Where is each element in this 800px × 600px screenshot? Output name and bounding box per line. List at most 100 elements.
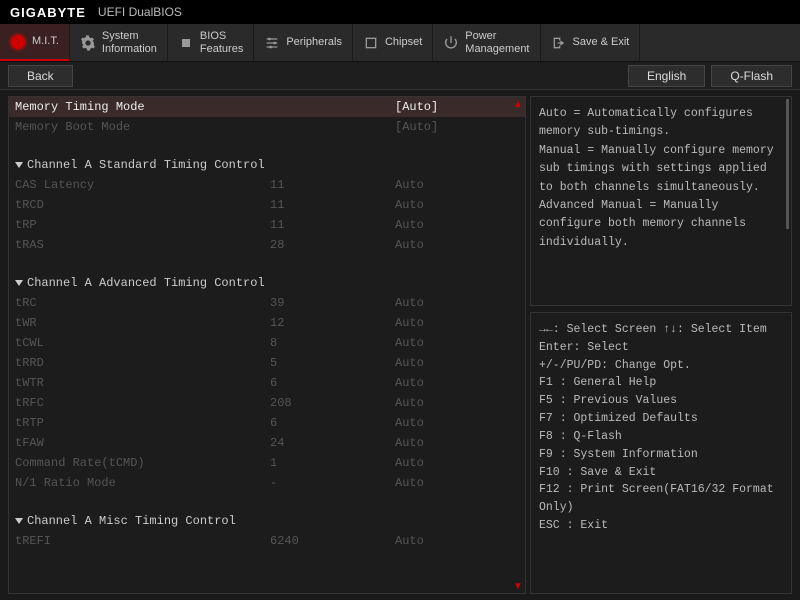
detected-value: 1 — [270, 456, 395, 470]
setting-row[interactable]: tRC39Auto — [9, 293, 525, 313]
setting-value: Auto — [395, 534, 519, 548]
main-tabs: M.I.T. System Information BIOS Features … — [0, 24, 800, 62]
sub-bar: Back English Q-Flash — [0, 62, 800, 90]
tab-power-management[interactable]: Power Management — [433, 24, 540, 61]
help-line: Enter: Select — [539, 339, 783, 357]
scroll-down-icon[interactable]: ▼ — [513, 581, 523, 591]
setting-label: tRFC — [15, 396, 270, 410]
detected-value: 208 — [270, 396, 395, 410]
settings-pane: ▲ Memory Timing Mode[Auto]Memory Boot Mo… — [8, 96, 526, 594]
detected-value: 5 — [270, 356, 395, 370]
tab-mit[interactable]: M.I.T. — [0, 24, 70, 61]
section-title: Channel A Standard Timing Control — [15, 158, 270, 172]
setting-label: tCWL — [15, 336, 270, 350]
setting-value: Auto — [395, 238, 519, 252]
setting-value: Auto — [395, 336, 519, 350]
section-header[interactable]: Channel A Misc Timing Control — [9, 511, 525, 531]
description-pane: Auto = Automatically configures memory s… — [530, 96, 792, 306]
setting-row[interactable]: tREFI6240Auto — [9, 531, 525, 551]
section-header[interactable]: Channel A Advanced Timing Control — [9, 273, 525, 293]
detected-value: 28 — [270, 238, 395, 252]
setting-row[interactable]: tCWL8Auto — [9, 333, 525, 353]
help-pane: →←: Select Screen ↑↓: Select ItemEnter: … — [530, 312, 792, 594]
setting-value: Auto — [395, 376, 519, 390]
description-text: Auto = Automatically configures memory s… — [539, 105, 783, 252]
setting-label: tWTR — [15, 376, 270, 390]
setting-label: Command Rate(tCMD) — [15, 456, 270, 470]
setting-row[interactable]: N/1 Ratio Mode-Auto — [9, 473, 525, 493]
setting-value: Auto — [395, 356, 519, 370]
setting-row[interactable]: CAS Latency11Auto — [9, 175, 525, 195]
detected-value: 8 — [270, 336, 395, 350]
tab-save-exit[interactable]: Save & Exit — [541, 24, 641, 61]
detected-value: 11 — [270, 218, 395, 232]
tab-label: BIOS Features — [200, 30, 243, 54]
setting-row[interactable]: tRP11Auto — [9, 215, 525, 235]
tab-label: Save & Exit — [573, 36, 630, 48]
setting-row[interactable]: tFAW24Auto — [9, 433, 525, 453]
brand-logo: GIGABYTE — [10, 5, 86, 20]
detected-value: 6240 — [270, 534, 395, 548]
gear-icon — [80, 35, 96, 51]
setting-label: tRAS — [15, 238, 270, 252]
setting-row[interactable]: Memory Boot Mode[Auto] — [9, 117, 525, 137]
sliders-icon — [264, 35, 280, 51]
detected-value: 6 — [270, 416, 395, 430]
bios-title: UEFI DualBIOS — [98, 5, 182, 19]
detected-value: 6 — [270, 376, 395, 390]
qflash-button[interactable]: Q-Flash — [711, 65, 792, 87]
language-button[interactable]: English — [628, 65, 705, 87]
setting-row[interactable]: Memory Timing Mode[Auto] — [9, 97, 525, 117]
setting-label: tRRD — [15, 356, 270, 370]
exit-icon — [551, 35, 567, 51]
setting-label: tRP — [15, 218, 270, 232]
section-header[interactable]: Channel A Standard Timing Control — [9, 155, 525, 175]
setting-row[interactable]: tRCD11Auto — [9, 195, 525, 215]
tab-system-information[interactable]: System Information — [70, 24, 168, 61]
back-button[interactable]: Back — [8, 65, 73, 87]
header-bar: GIGABYTE UEFI DualBIOS — [0, 0, 800, 24]
power-icon — [443, 35, 459, 51]
setting-row[interactable]: tRAS28Auto — [9, 235, 525, 255]
tab-bios-features[interactable]: BIOS Features — [168, 24, 254, 61]
chevron-down-icon — [15, 518, 23, 524]
chip-icon — [178, 35, 194, 51]
setting-row[interactable]: tWR12Auto — [9, 313, 525, 333]
help-line: F7 : Optimized Defaults — [539, 410, 783, 428]
setting-value: Auto — [395, 396, 519, 410]
detected-value: 24 — [270, 436, 395, 450]
setting-row[interactable]: tWTR6Auto — [9, 373, 525, 393]
help-line: →←: Select Screen ↑↓: Select Item — [539, 321, 783, 339]
chevron-down-icon — [15, 280, 23, 286]
setting-row[interactable]: tRFC208Auto — [9, 393, 525, 413]
setting-row[interactable]: tRRD5Auto — [9, 353, 525, 373]
setting-value: Auto — [395, 316, 519, 330]
setting-row[interactable]: Command Rate(tCMD)1Auto — [9, 453, 525, 473]
setting-row[interactable]: tRTP6Auto — [9, 413, 525, 433]
tab-chipset[interactable]: Chipset — [353, 24, 433, 61]
help-line: ESC : Exit — [539, 517, 783, 535]
setting-value: Auto — [395, 456, 519, 470]
scroll-up-icon[interactable]: ▲ — [513, 99, 523, 109]
setting-value: Auto — [395, 416, 519, 430]
setting-label: tRCD — [15, 198, 270, 212]
setting-value: Auto — [395, 178, 519, 192]
setting-label: Memory Timing Mode — [15, 100, 270, 114]
tab-label: Peripherals — [286, 36, 342, 48]
help-line: F12 : Print Screen(FAT16/32 Format Only) — [539, 481, 783, 517]
detected-value: 11 — [270, 198, 395, 212]
tab-peripherals[interactable]: Peripherals — [254, 24, 353, 61]
setting-value: Auto — [395, 198, 519, 212]
section-title: Channel A Misc Timing Control — [15, 514, 270, 528]
detected-value: 12 — [270, 316, 395, 330]
chevron-down-icon — [15, 162, 23, 168]
help-line: +/-/PU/PD: Change Opt. — [539, 357, 783, 375]
detected-value: 11 — [270, 178, 395, 192]
setting-value: Auto — [395, 218, 519, 232]
help-line: F8 : Q-Flash — [539, 428, 783, 446]
setting-label: Memory Boot Mode — [15, 120, 270, 134]
detected-value: - — [270, 476, 395, 490]
help-line: F9 : System Information — [539, 446, 783, 464]
scrollbar[interactable] — [786, 99, 789, 229]
setting-label: tWR — [15, 316, 270, 330]
